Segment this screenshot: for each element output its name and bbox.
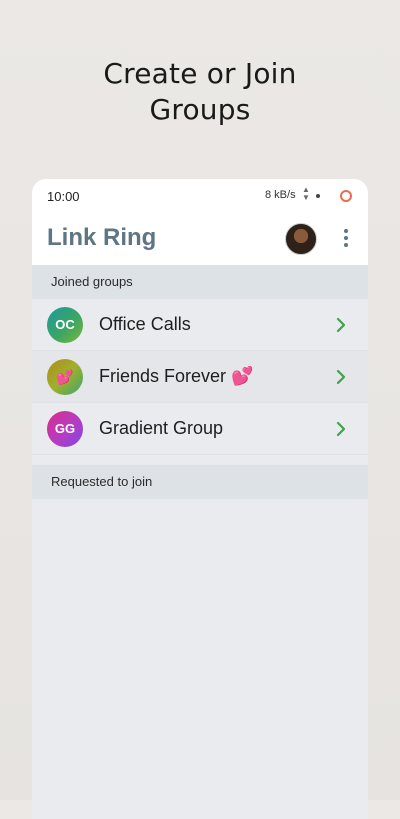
phone-screen: 10:00 8 kB/s ▲ ▼ Link Ring Joined groups … [32,179,368,819]
chevron-right-icon [336,369,346,385]
group-name: Friends Forever 💕 [99,366,254,386]
group-row-office-calls[interactable]: OC Office Calls [32,299,368,351]
notification-dot-icon [316,194,320,198]
group-row-friends-forever[interactable]: 💕 Friends Forever 💕 [32,351,368,403]
app-title: Link Ring [47,224,157,251]
more-options-icon[interactable] [340,227,352,249]
data-activity-icon: ▲ ▼ [302,185,310,202]
headline-line-1: Create or Join [103,57,297,90]
group-row-gradient-group[interactable]: GG Gradient Group [32,403,368,455]
profile-avatar[interactable] [285,223,317,255]
group-name: Office Calls [99,314,191,334]
status-time: 10:00 [47,189,80,204]
chevron-right-icon [336,421,346,437]
section-requested-to-join: Requested to join [32,465,368,499]
group-name: Gradient Group [99,418,224,438]
group-avatar: GG [47,411,83,447]
group-avatar: 💕 [47,359,83,395]
network-speed: 8 kB/s [265,189,296,201]
status-bar: 10:00 8 kB/s ▲ ▼ [32,179,368,213]
app-bar: Link Ring [32,213,368,265]
recording-indicator-icon [340,190,352,202]
headline-line-2: Groups [149,93,251,126]
promo-headline: Create or Join Groups [0,56,400,128]
chevron-right-icon [336,317,346,333]
section-joined-groups: Joined groups [32,265,368,299]
group-avatar: OC [47,307,83,343]
